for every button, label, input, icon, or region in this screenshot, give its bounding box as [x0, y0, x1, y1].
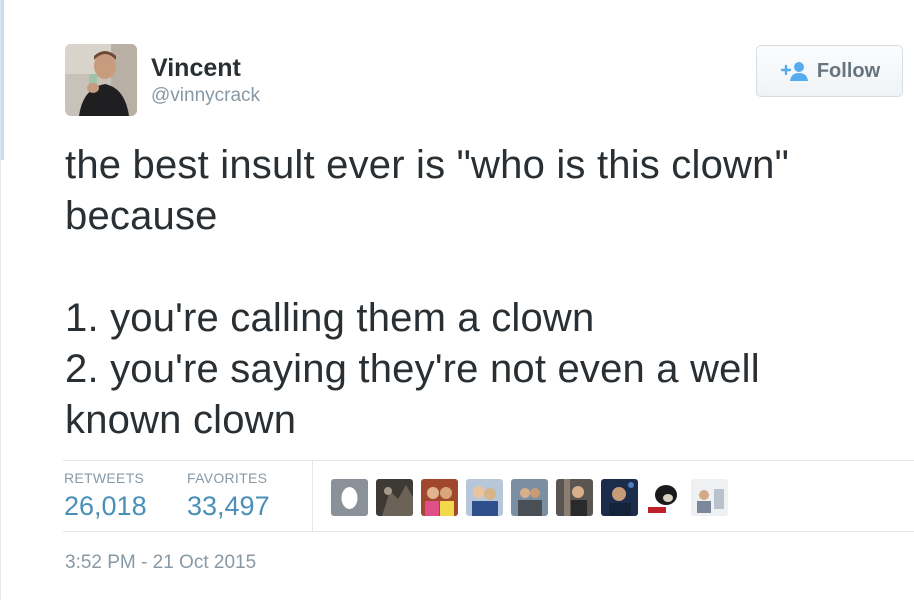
tweet-card: Vincent @vinnycrack Follow the best insu… — [0, 0, 914, 600]
favoriter-avatar-7[interactable] — [601, 479, 638, 516]
favorites-label: FAVORITES — [187, 470, 268, 486]
favorites-count: 33,497 — [187, 491, 270, 521]
favorites-stat[interactable]: FAVORITES 33,497 — [187, 469, 270, 523]
default-egg-icon — [331, 479, 368, 516]
favoriter-avatar-9[interactable] — [691, 479, 728, 516]
tweet-stats: RETWEETS 26,018 FAVORITES 33,497 — [63, 460, 914, 532]
favoriter-avatar-5[interactable] — [511, 479, 548, 516]
tweet-timestamp[interactable]: 3:52 PM - 21 Oct 2015 — [65, 552, 256, 574]
user-display-name[interactable]: Vincent — [151, 54, 260, 82]
retweets-label: RETWEETS — [64, 470, 145, 486]
favoriter-avatar-4[interactable] — [466, 479, 503, 516]
retweets-stat[interactable]: RETWEETS 26,018 — [64, 469, 147, 523]
favoriter-avatar-1[interactable] — [331, 479, 368, 516]
retweets-count: 26,018 — [64, 491, 147, 521]
left-accent-bar — [1, 0, 4, 160]
user-avatar-photo-icon — [65, 44, 137, 116]
favoriter-avatar-2[interactable] — [376, 479, 413, 516]
favoriter-avatar-3[interactable] — [421, 479, 458, 516]
user-names: Vincent @vinnycrack — [151, 54, 260, 108]
follow-button[interactable]: Follow — [756, 45, 903, 97]
favoriter-photo-icon — [556, 479, 593, 516]
favoriter-photo-icon — [601, 479, 638, 516]
user-handle[interactable]: @vinnycrack — [151, 84, 260, 108]
add-user-icon — [779, 60, 809, 82]
favoriter-photo-icon — [421, 479, 458, 516]
favoriter-avatar-8[interactable] — [646, 479, 683, 516]
tweet-header: Vincent @vinnycrack — [65, 44, 260, 116]
favoriter-photo-icon — [646, 479, 683, 516]
favoriter-photo-icon — [376, 479, 413, 516]
favoriter-avatars — [331, 479, 728, 516]
user-avatar[interactable] — [65, 44, 137, 116]
stats-divider — [312, 461, 313, 531]
follow-button-label: Follow — [816, 59, 881, 82]
favoriter-photo-icon — [466, 479, 503, 516]
favoriter-photo-icon — [511, 479, 548, 516]
favoriter-avatar-6[interactable] — [556, 479, 593, 516]
favoriter-photo-icon — [691, 479, 728, 516]
tweet-text: the best insult ever is "who is this clo… — [65, 143, 789, 442]
